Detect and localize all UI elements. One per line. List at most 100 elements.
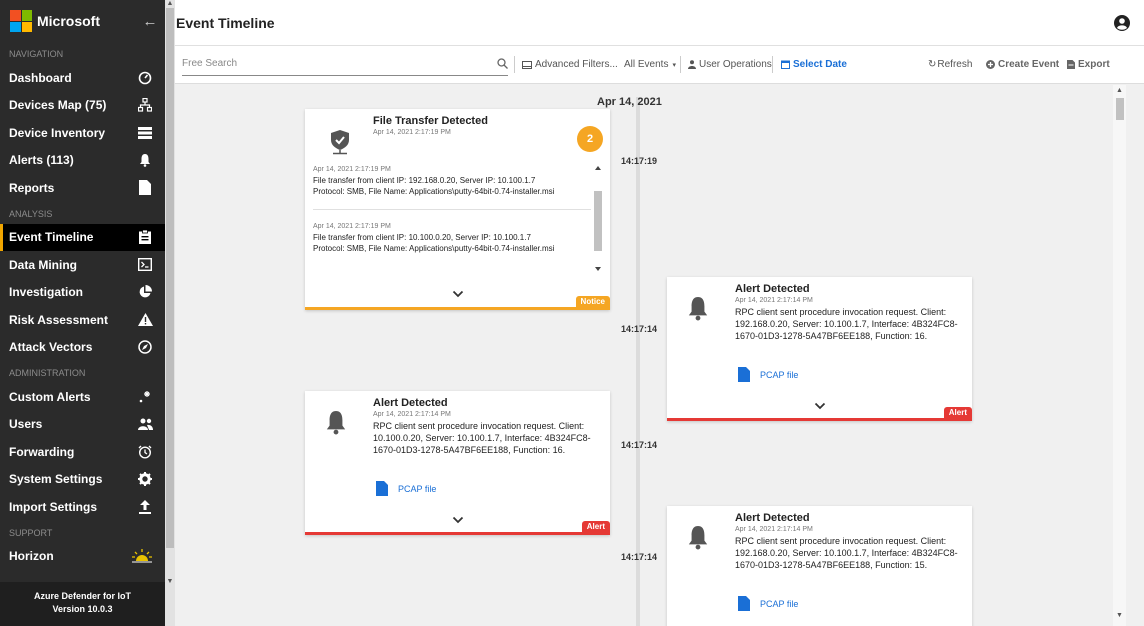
log-divider: [313, 209, 591, 210]
event-title: Alert Detected: [735, 512, 810, 524]
timeline-time: 14:17:19: [621, 156, 658, 166]
sidebar-item-event-timeline[interactable]: Event Timeline: [0, 223, 165, 251]
sidebar-item-forwarding[interactable]: Forwarding: [0, 438, 165, 466]
file-icon: [738, 367, 750, 382]
clock-icon: [137, 444, 153, 460]
chevron-down-icon[interactable]: [452, 290, 464, 298]
event-card-alert[interactable]: Alert Detected Apr 14, 2021 2:17:14 PM R…: [667, 506, 972, 626]
event-title: Alert Detected: [373, 397, 448, 409]
alert-tag: Alert: [943, 407, 972, 418]
create-event-button[interactable]: Create Event: [986, 59, 1059, 70]
all-events-dropdown[interactable]: All Events ▾: [624, 59, 676, 70]
sidebar-item-dashboard[interactable]: Dashboard: [0, 64, 165, 92]
severity-bar: [305, 307, 610, 310]
pcap-file-link[interactable]: PCAP file: [376, 481, 436, 496]
plus-circle-icon: [986, 60, 995, 69]
sidebar-scrollbar[interactable]: ▲ ▼: [165, 0, 175, 626]
search-input[interactable]: [182, 58, 497, 69]
list-icon: [137, 125, 153, 141]
user-operations-button[interactable]: User Operations: [688, 59, 772, 70]
list-item: Apr 14, 2021 2:17:19 PM File transfer fr…: [313, 166, 555, 196]
search-icon[interactable]: [497, 58, 508, 69]
timeline-area: Apr 14, 2021 14:17:19 14:17:14 14:17:14 …: [175, 85, 1144, 626]
page-title: Event Timeline: [176, 14, 275, 31]
bell-icon: [688, 297, 708, 321]
sidebar-item-system-settings[interactable]: System Settings: [0, 466, 165, 494]
user-account-icon[interactable]: [1114, 14, 1130, 31]
refresh-icon: ↻: [928, 59, 937, 70]
pie-icon: [137, 284, 153, 300]
chevron-down-icon[interactable]: [814, 402, 826, 410]
bell-icon: [137, 152, 153, 168]
compass-icon: [137, 339, 153, 355]
sidebar-item-alerts[interactable]: Alerts (113): [0, 147, 165, 175]
event-title: Alert Detected: [735, 283, 810, 295]
sidebar-item-horizon[interactable]: Horizon: [0, 543, 165, 571]
timeline-scrollbar-thumb[interactable]: [1116, 98, 1124, 120]
timeline-line: [636, 97, 640, 626]
event-log-list: Apr 14, 2021 2:17:19 PM File transfer fr…: [313, 165, 605, 273]
users-icon: [137, 416, 153, 432]
upload-icon: [137, 499, 153, 515]
sidebar-item-import-settings[interactable]: Import Settings: [0, 493, 165, 521]
event-description: RPC client sent procedure invocation req…: [735, 536, 958, 570]
calendar-icon: [781, 60, 790, 69]
list-item: Apr 14, 2021 2:17:19 PM File transfer fr…: [313, 223, 555, 253]
sidebar-item-attack-vectors[interactable]: Attack Vectors: [0, 334, 165, 362]
product-version: Version 10.0.3: [52, 604, 113, 614]
clipboard-icon: [137, 229, 153, 245]
event-time: Apr 14, 2021 2:17:14 PM: [373, 411, 451, 418]
shield-network-icon: [331, 130, 349, 155]
brand-name: Microsoft: [37, 13, 100, 29]
sidebar-item-devices-map[interactable]: Devices Map (75): [0, 92, 165, 120]
sidebar-item-users[interactable]: Users: [0, 411, 165, 439]
severity-bar: [305, 532, 610, 535]
alert-tag: Alert: [581, 521, 610, 532]
gauge-icon: [137, 70, 153, 86]
scroll-up-icon[interactable]: ▲: [1113, 87, 1126, 94]
sidebar-item-device-inventory[interactable]: Device Inventory: [0, 119, 165, 147]
toolbar-divider: [514, 56, 515, 73]
bell-icon: [688, 526, 708, 550]
sidebar-item-reports[interactable]: Reports: [0, 174, 165, 202]
scroll-down-icon[interactable]: ▼: [165, 578, 175, 585]
timeline-date: Apr 14, 2021: [597, 96, 662, 108]
log-scrollbar[interactable]: [593, 163, 603, 275]
sidebar-item-risk-assessment[interactable]: Risk Assessment: [0, 306, 165, 334]
sidebar-scrollbar-thumb[interactable]: [166, 8, 174, 548]
bell-icon: [326, 411, 346, 435]
pcap-file-link[interactable]: PCAP file: [738, 596, 798, 611]
warning-icon: [137, 312, 153, 328]
event-count-badge: 2: [577, 126, 603, 152]
event-card-alert[interactable]: Alert Detected Apr 14, 2021 2:17:14 PM R…: [305, 391, 610, 535]
timeline-time: 14:17:14: [621, 552, 658, 562]
file-icon: [137, 180, 153, 196]
arrow-left-icon[interactable]: ←: [135, 13, 165, 30]
caret-down-icon: ▾: [672, 61, 676, 69]
gear-icon: [137, 471, 153, 487]
pcap-file-link[interactable]: PCAP file: [738, 367, 798, 382]
sidebar-item-investigation[interactable]: Investigation: [0, 279, 165, 307]
timeline-time: 14:17:14: [621, 440, 658, 450]
export-file-icon: [1067, 60, 1075, 69]
chevron-down-icon[interactable]: [452, 516, 464, 524]
select-date-button[interactable]: Select Date: [781, 59, 847, 70]
scroll-up-icon[interactable]: ▲: [165, 0, 175, 7]
refresh-button[interactable]: ↻ Refresh: [928, 59, 972, 70]
advanced-filters-button[interactable]: Advanced Filters...: [522, 59, 618, 70]
filter-box-icon: [522, 60, 532, 69]
horizon-icon: [131, 548, 153, 564]
timeline-scrollbar[interactable]: ▲ ▼: [1113, 85, 1126, 626]
timeline-time: 14:17:14: [621, 324, 658, 334]
scroll-down-icon[interactable]: ▼: [1113, 612, 1126, 619]
event-title: File Transfer Detected: [373, 115, 488, 127]
event-description: RPC client sent procedure invocation req…: [373, 421, 591, 455]
sidebar-item-custom-alerts[interactable]: Custom Alerts: [0, 383, 165, 411]
export-button[interactable]: Export: [1067, 59, 1110, 70]
toolbar-divider: [772, 56, 773, 73]
section-navigation: NAVIGATION: [9, 49, 64, 59]
section-administration: ADMINISTRATION: [9, 368, 86, 378]
event-card-alert[interactable]: Alert Detected Apr 14, 2021 2:17:14 PM R…: [667, 277, 972, 421]
event-card-file-transfer[interactable]: File Transfer Detected Apr 14, 2021 2:17…: [305, 109, 610, 310]
sidebar-item-data-mining[interactable]: Data Mining: [0, 251, 165, 279]
